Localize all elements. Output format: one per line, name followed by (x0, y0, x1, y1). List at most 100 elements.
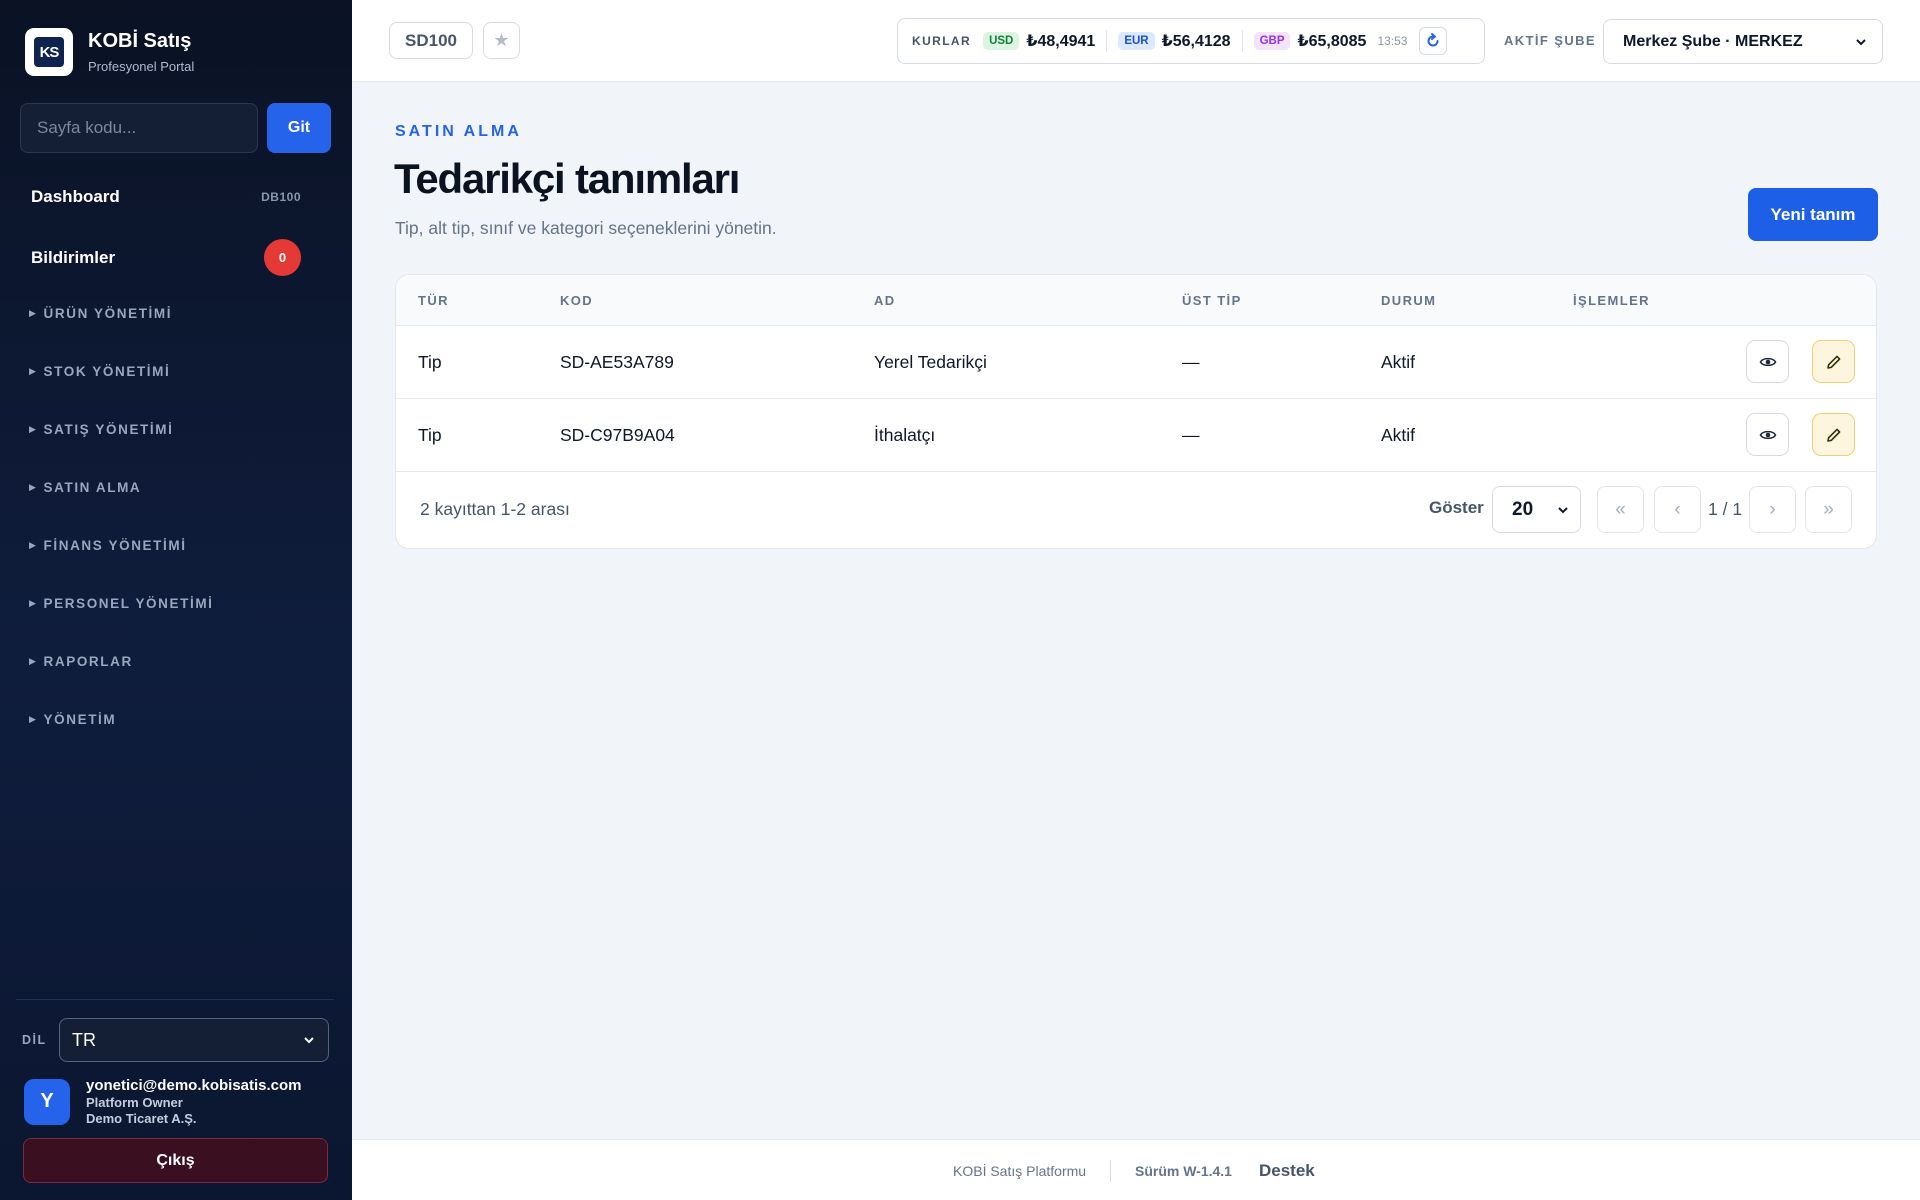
cell-code: SD-C97B9A04 (560, 425, 675, 445)
last-page-button[interactable]: » (1805, 486, 1852, 533)
chevron-down-icon (1856, 38, 1866, 45)
caret-right-icon: ▶ (29, 424, 38, 434)
currency-tag: EUR (1118, 32, 1155, 50)
sidebar-section-satin-alma[interactable]: ▶ SATIN ALMA (29, 480, 141, 495)
goto-button[interactable]: Git (267, 103, 331, 153)
edit-button[interactable] (1812, 340, 1855, 383)
page-indicator: 1 / 1 (1708, 499, 1743, 519)
view-button[interactable] (1746, 340, 1789, 383)
page-title: Tedarikçi tanımları (394, 155, 740, 202)
sidebar-section-yonetim[interactable]: ▶ YÖNETİM (29, 712, 116, 727)
caret-right-icon: ▶ (29, 482, 38, 492)
view-button[interactable] (1746, 413, 1789, 456)
column-header-actions: İŞLEMLER (1573, 293, 1650, 308)
sidebar-section-raporlar[interactable]: ▶ RAPORLAR (29, 654, 133, 669)
sidebar-section-label: PERSONEL YÖNETİMİ (43, 596, 214, 611)
next-page-button[interactable]: › (1749, 486, 1796, 533)
sidebar-section-label: FİNANS YÖNETİMİ (43, 538, 187, 553)
cell-parent: — (1182, 425, 1200, 445)
first-page-button[interactable]: « (1597, 486, 1644, 533)
sidebar-section-label: SATIN ALMA (43, 480, 142, 495)
topbar: SD100 ★ KURLAR USD ₺48,4941 EUR ₺56,4128… (352, 0, 1920, 82)
exchange-rates: KURLAR USD ₺48,4941 EUR ₺56,4128 GBP ₺65… (897, 18, 1485, 64)
rates-time: 13:53 (1377, 34, 1408, 48)
edit-button[interactable] (1812, 413, 1855, 456)
footer-brand: KOBİ Satış Platformu (953, 1163, 1087, 1179)
sidebar-item-code: DB100 (261, 190, 301, 204)
sidebar-section-personel[interactable]: ▶ PERSONEL YÖNETİMİ (29, 596, 214, 611)
definitions-table-card: TÜR KOD AD ÜST TİP DURUM İŞLEMLER Tip SD… (395, 274, 1877, 549)
rate-eur: EUR ₺56,4128 (1118, 31, 1231, 51)
rate-gbp: GBP ₺65,8085 (1253, 31, 1366, 51)
sidebar-section-label: YÖNETİM (43, 712, 117, 727)
page-code-input[interactable] (20, 103, 258, 153)
column-header-status: DURUM (1381, 293, 1437, 308)
pencil-icon (1826, 428, 1840, 442)
column-header-code: KOD (560, 293, 594, 308)
page-size-select[interactable]: 20 (1492, 486, 1581, 533)
language-label: DİL (22, 1033, 47, 1047)
page-subtitle: Tip, alt tip, sınıf ve kategori seçenekl… (395, 218, 777, 238)
refresh-icon (1428, 33, 1439, 47)
page-code-jump: Git (20, 103, 331, 153)
table-header: TÜR KOD AD ÜST TİP DURUM İŞLEMLER (396, 275, 1876, 326)
sidebar-section-finans[interactable]: ▶ FİNANS YÖNETİMİ (29, 538, 187, 553)
refresh-rates-button[interactable] (1419, 27, 1448, 55)
avatar: Y (24, 1078, 70, 1125)
currency-tag: GBP (1253, 32, 1291, 50)
rate-usd: USD ₺48,4941 (983, 31, 1095, 51)
sidebar-section-label: RAPORLAR (43, 654, 133, 669)
prev-page-button[interactable]: ‹ (1654, 486, 1701, 533)
brand-logo-mark: KS (34, 37, 64, 67)
sidebar-item-label: Bildirimler (31, 247, 116, 267)
sidebar-item-dashboard[interactable]: Dashboard DB100 (31, 187, 301, 207)
brand-logo: KS (25, 28, 73, 76)
sidebar-section-satis[interactable]: ▶ SATIŞ YÖNETİMİ (29, 422, 173, 437)
column-header-name: AD (874, 293, 896, 308)
cell-name: Yerel Tedarikçi (874, 352, 987, 372)
caret-right-icon: ▶ (29, 308, 38, 318)
support-link[interactable]: Destek (1259, 1161, 1315, 1181)
pencil-icon (1826, 355, 1840, 369)
language-select[interactable]: TR (59, 1018, 329, 1062)
cell-code: SD-AE53A789 (560, 352, 674, 372)
page-size-label: Göster (1429, 498, 1484, 517)
language-picker: DİL TR (22, 1018, 329, 1062)
sidebar-divider (16, 999, 334, 1000)
sidebar-section-label: SATIŞ YÖNETİMİ (43, 422, 174, 437)
user-card: Y yonetici@demo.kobisatis.com Platform O… (24, 1077, 302, 1126)
sidebar-section-label: STOK YÖNETİMİ (43, 364, 171, 379)
new-definition-button[interactable]: Yeni tanım (1748, 188, 1878, 241)
active-branch-select[interactable]: Merkez Şube · MERKEZ (1603, 19, 1883, 64)
sidebar-section-stok[interactable]: ▶ STOK YÖNETİMİ (29, 364, 170, 379)
page-code-badge[interactable]: SD100 (389, 22, 473, 59)
favorite-button[interactable]: ★ (483, 22, 520, 59)
footer-divider (1110, 1160, 1111, 1182)
caret-right-icon: ▶ (29, 598, 38, 608)
notification-count-badge: 0 (264, 239, 301, 276)
caret-right-icon: ▶ (29, 714, 38, 724)
star-icon: ★ (493, 30, 510, 50)
sidebar-section-urun[interactable]: ▶ ÜRÜN YÖNETİMİ (29, 306, 172, 321)
brand-subtitle: Profesyonel Portal (88, 59, 195, 74)
brand[interactable]: KS KOBİ Satış Profesyonel Portal (25, 28, 194, 76)
page-eyebrow: SATIN ALMA (395, 123, 522, 140)
user-role: Platform Owner (86, 1095, 183, 1110)
caret-right-icon: ▶ (29, 540, 38, 550)
sidebar-section-label: ÜRÜN YÖNETİMİ (43, 306, 173, 321)
caret-right-icon: ▶ (29, 366, 38, 376)
cell-type: Tip (418, 425, 442, 445)
user-email: yonetici@demo.kobisatis.com (86, 1077, 302, 1094)
active-branch-label: AKTİF ŞUBE (1504, 33, 1596, 48)
table-row: Tip SD-AE53A789 Yerel Tedarikçi — Aktif (396, 326, 1876, 399)
sidebar-item-notifications[interactable]: Bildirimler 0 (31, 239, 301, 276)
cell-status: Aktif (1381, 425, 1416, 445)
eye-icon (1759, 430, 1776, 439)
chevron-down-icon (304, 1037, 314, 1044)
rates-label: KURLAR (912, 34, 972, 48)
eye-icon (1759, 357, 1776, 366)
active-branch-value: Merkez Şube · MERKEZ (1623, 32, 1803, 50)
sidebar-item-label: Dashboard (31, 187, 120, 206)
user-company: Demo Ticaret A.Ş. (86, 1110, 197, 1126)
logout-button[interactable]: Çıkış (23, 1138, 328, 1183)
